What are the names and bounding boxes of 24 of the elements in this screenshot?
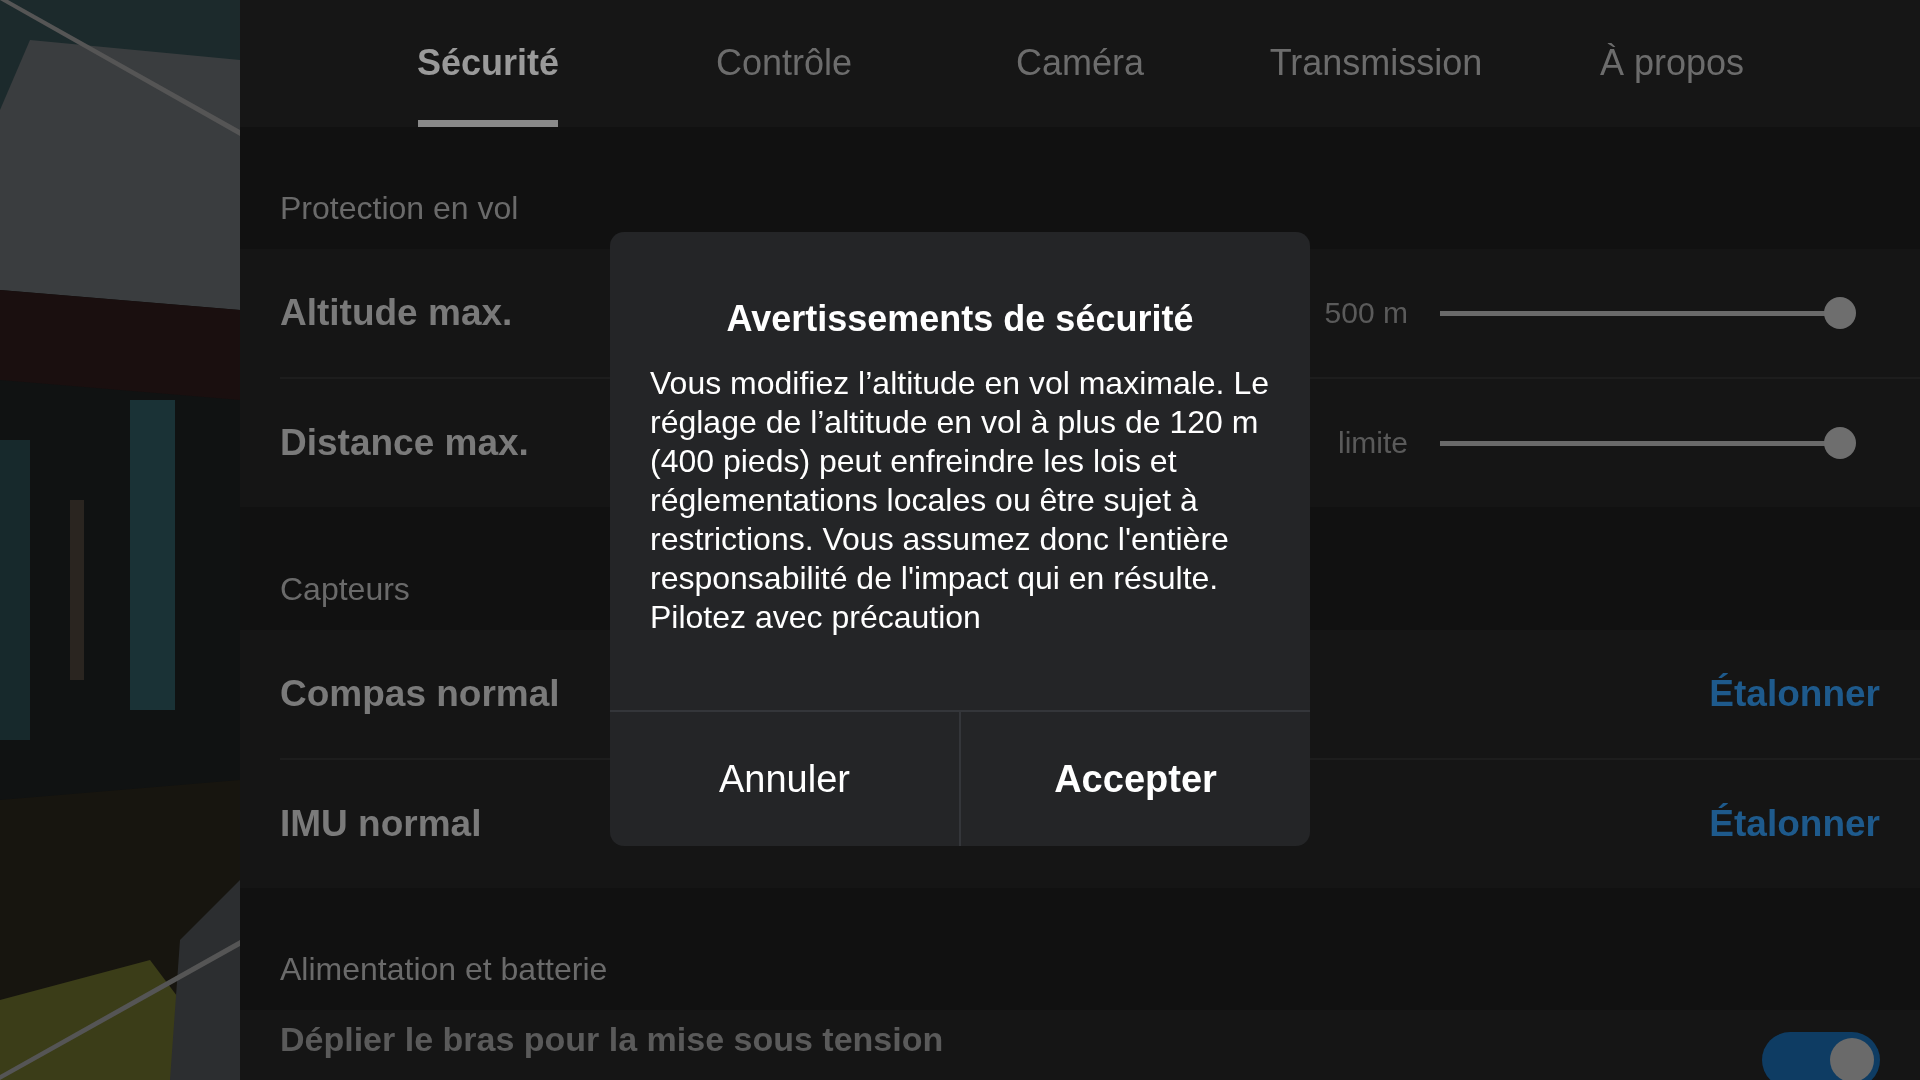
tab[interactable]: Transmission xyxy=(1228,0,1524,127)
tab[interactable]: Sécurité xyxy=(340,0,636,127)
calibrate-link[interactable]: Étalonner xyxy=(1709,672,1880,715)
dialog-title: Avertissements de sécurité xyxy=(725,298,1195,340)
setting-value: 500 m xyxy=(1324,296,1408,331)
tab[interactable]: À propos xyxy=(1524,0,1820,127)
section-header: Capteurs xyxy=(280,570,410,608)
toggle-switch[interactable] xyxy=(1762,1032,1880,1080)
slider-thumb[interactable] xyxy=(1824,297,1856,330)
setting-label: Déplier le bras pour la mise sous tension xyxy=(280,1020,944,1059)
section-header: Protection en vol xyxy=(280,190,519,228)
cancel-button[interactable]: Annuler xyxy=(610,712,959,846)
setting-label: Distance max. xyxy=(280,422,529,465)
tab[interactable]: Caméra xyxy=(932,0,1228,127)
dialog-message: Vous modifiez l’altitude en vol maximale. Le réglage de l’altitude en vol à plus de 120 m (400 pieds) peut enfreindre les lois et réglementations locales ou être sujet à restrictions. Vous assumez donc l'entière responsabilité de l'impact qui en résulte. Pilotez avec précaution xyxy=(650,364,1270,637)
tab[interactable]: Contrôle xyxy=(636,0,932,127)
setting-label: Altitude max. xyxy=(280,292,513,335)
setting-label: IMU normal xyxy=(280,802,482,845)
setting-value: limite xyxy=(1338,426,1408,461)
accept-button[interactable]: Accepter xyxy=(961,712,1310,846)
setting-label: Compas normal xyxy=(280,672,560,715)
calibrate-link[interactable]: Étalonner xyxy=(1709,802,1880,845)
slider-thumb[interactable] xyxy=(1824,427,1856,460)
section-header: Alimentation et batterie xyxy=(280,951,608,988)
